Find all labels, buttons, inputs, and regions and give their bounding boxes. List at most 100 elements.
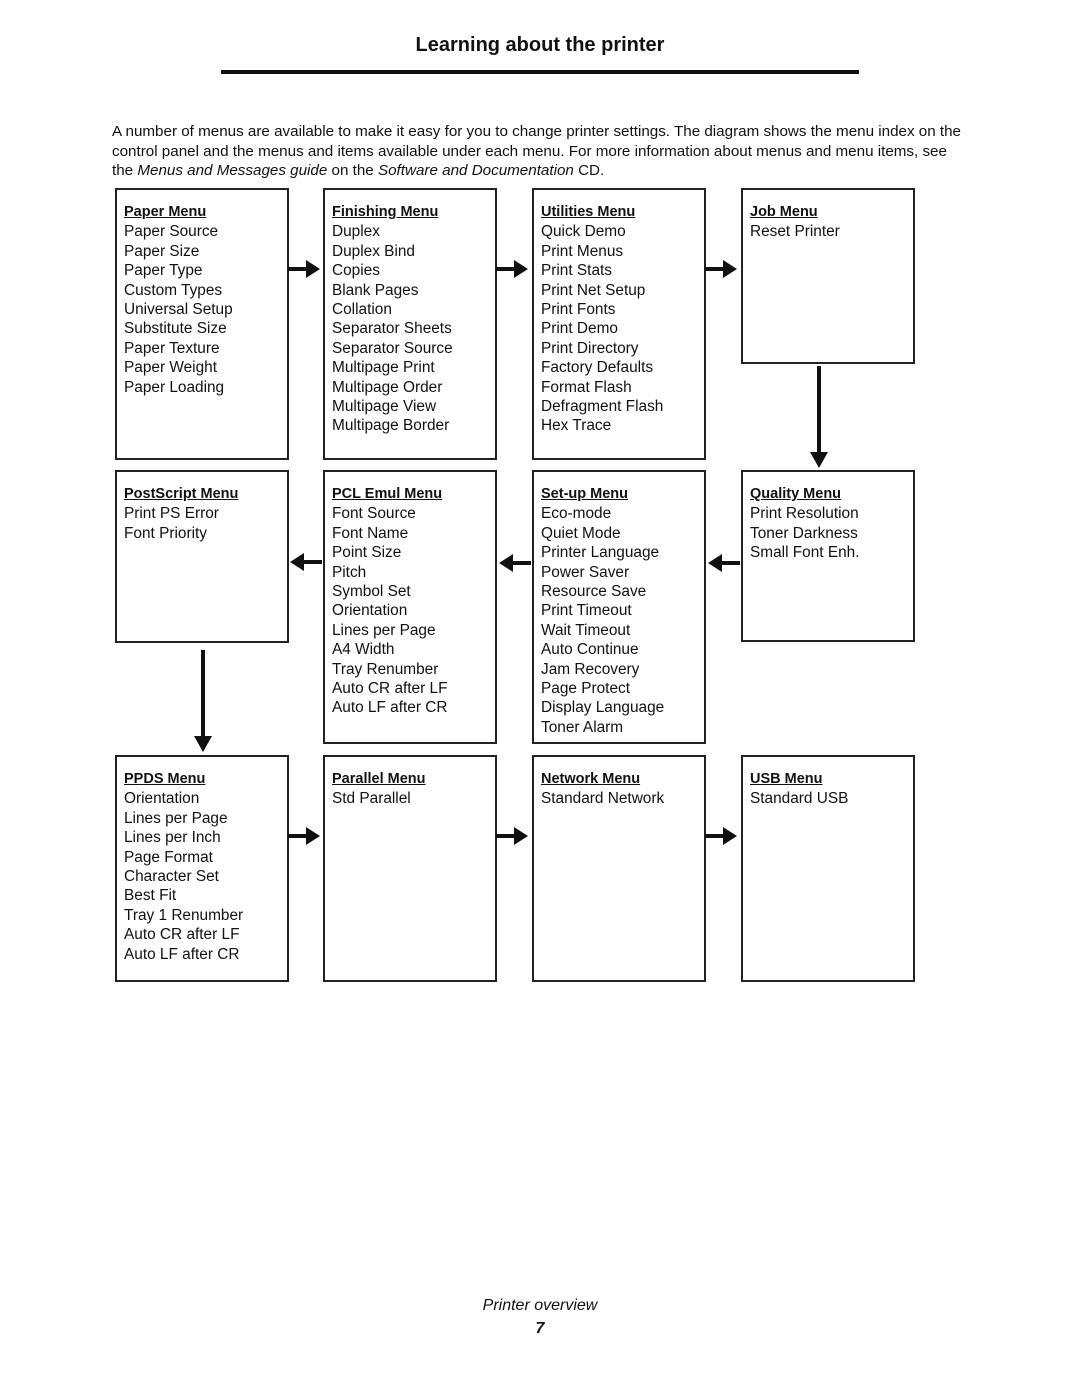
menu-item: Defragment Flash <box>541 398 664 416</box>
arrow-down-icon <box>194 650 212 752</box>
menu-item: Printer Language <box>541 544 660 562</box>
menu-item: Paper Size <box>124 242 200 260</box>
menu-title: PCL Emul Menu <box>332 486 443 502</box>
arrow-right-icon <box>288 260 320 278</box>
menu-item: Collation <box>332 301 392 319</box>
menu-title: Set-up Menu <box>541 486 628 502</box>
menu-item: Font Name <box>332 524 409 542</box>
menu-content: PCL Emul Menu Font Source Font Name Point S… <box>332 485 447 718</box>
menu-item: Font Source <box>332 505 416 523</box>
menu-item: Paper Loading <box>124 378 225 396</box>
menu-item: Print Timeout <box>541 602 632 620</box>
menu-item: Blank Pages <box>332 281 419 299</box>
intro-paragraph: A number of menus are available to make … <box>112 122 972 181</box>
menu-item: Format Flash <box>541 378 632 396</box>
page-title: Learning about the printer <box>415 34 665 56</box>
menu-item: Print Net Setup <box>541 281 646 299</box>
intro-cd-title: Software and Documentation <box>377 162 574 179</box>
menu-item: Auto LF after CR <box>124 945 240 963</box>
menu-item: Orientation <box>124 790 200 808</box>
arrow-left-icon <box>290 553 322 571</box>
menu-item: Std Parallel <box>332 790 411 808</box>
title-rule <box>221 70 859 74</box>
menu-box-finishing-menu: Finishing Menu Duplex Duplex Bind Copies Bla… <box>323 188 497 460</box>
menu-content: Set-up Menu Eco-mode Quiet Mode Printer Lan… <box>541 485 664 737</box>
menu-item: Lines per Inch <box>124 829 221 847</box>
menu-item: Tray Renumber <box>332 660 439 678</box>
menu-box-job-menu: Job Menu Reset Printer <box>741 188 915 364</box>
menu-item: Multipage View <box>332 398 437 416</box>
menu-item: Print Menus <box>541 242 624 260</box>
menu-item: Orientation <box>332 602 408 620</box>
menu-item: Auto Continue <box>541 641 639 659</box>
menu-box-network-menu: Network Menu Standard Network <box>532 755 706 982</box>
menu-item: Auto CR after LF <box>332 680 448 698</box>
menu-item: Toner Darkness <box>750 524 858 542</box>
menu-item: Factory Defaults <box>541 359 654 377</box>
arrow-right-icon <box>496 260 528 278</box>
menu-title: Network Menu <box>541 771 641 787</box>
page-number: 7 <box>535 1320 545 1337</box>
menu-item: Quick Demo <box>541 223 626 241</box>
menu-item: Multipage Order <box>332 378 443 396</box>
menu-item: Lines per Page <box>124 809 228 827</box>
menu-box-set-up-menu: Set-up Menu Eco-mode Quiet Mode Printer Lan… <box>532 470 706 744</box>
menu-item: Character Set <box>124 868 219 886</box>
menu-item: Print Demo <box>541 320 618 338</box>
menu-item: Font Priority <box>124 524 207 542</box>
menu-item: Page Format <box>124 848 213 866</box>
arrow-right-icon <box>496 827 528 845</box>
menu-content: Network Menu Standard Network <box>541 770 664 809</box>
menu-item: Symbol Set <box>332 583 411 601</box>
menu-item: Auto LF after CR <box>332 699 448 717</box>
menu-item: Small Font Enh. <box>750 544 860 562</box>
menu-item: Separator Source <box>332 339 453 357</box>
menu-item: Duplex Bind <box>332 242 415 260</box>
menu-box-usb-menu: USB Menu Standard USB <box>741 755 915 982</box>
menu-item: Copies <box>332 262 380 280</box>
menu-content: PostScript Menu Print PS Error Font Priori… <box>124 485 238 543</box>
intro-guide-title: Menus and Messages guide <box>137 162 328 179</box>
footer-section-title: Printer overview <box>482 1297 598 1314</box>
menu-content: Parallel Menu Std Parallel <box>332 770 425 809</box>
menu-item: Resource Save <box>541 583 647 601</box>
menu-content: Finishing Menu Duplex Duplex Bind Copies Bla… <box>332 203 453 436</box>
menu-content: Utilities Menu Quick Demo Print Menus Print… <box>541 203 663 436</box>
menu-title: PPDS Menu <box>124 771 206 787</box>
menu-item: Reset Printer <box>750 223 840 241</box>
arrow-right-icon <box>288 827 320 845</box>
intro-text-2: on the <box>327 162 378 179</box>
menu-item: Multipage Print <box>332 359 435 377</box>
menu-box-ppds-menu: PPDS Menu Orientation Lines per Page Lines … <box>115 755 289 982</box>
menu-box-postscript-menu: PostScript Menu Print PS Error Font Priori… <box>115 470 289 643</box>
menu-item: Duplex <box>332 223 380 241</box>
intro-text-3: CD. <box>573 162 605 179</box>
arrow-right-icon <box>705 827 737 845</box>
menu-content: Quality Menu Print Resolution Toner Darkne… <box>750 485 860 563</box>
menu-item: Auto CR after LF <box>124 926 240 944</box>
menu-item: Paper Type <box>124 262 203 280</box>
menu-item: Power Saver <box>541 563 630 581</box>
menu-content: PPDS Menu Orientation Lines per Page Lines … <box>124 770 243 964</box>
menu-title: Quality Menu <box>750 486 842 502</box>
menu-item: Jam Recovery <box>541 660 640 678</box>
menu-item: Page Protect <box>541 680 630 698</box>
arrow-left-icon <box>708 554 740 572</box>
menu-item: Universal Setup <box>124 301 233 319</box>
menu-item: Wait Timeout <box>541 621 631 639</box>
menu-item: Standard USB <box>750 790 849 808</box>
menu-item: Lines per Page <box>332 621 436 639</box>
arrow-left-icon <box>499 554 531 572</box>
menu-item: Pitch <box>332 563 367 581</box>
menu-box-parallel-menu: Parallel Menu Std Parallel <box>323 755 497 982</box>
menu-item: Multipage Border <box>332 417 450 435</box>
menu-box-pcl-emul-menu: PCL Emul Menu Font Source Font Name Point S… <box>323 470 497 744</box>
menu-item: Print Fonts <box>541 301 616 319</box>
menu-title: Parallel Menu <box>332 771 426 787</box>
menu-title: Utilities Menu <box>541 204 636 220</box>
menu-item: Display Language <box>541 699 665 717</box>
menu-title: USB Menu <box>750 771 823 787</box>
menu-title: Finishing Menu <box>332 204 439 220</box>
menu-item: Paper Texture <box>124 339 220 357</box>
menu-title: Job Menu <box>750 204 818 220</box>
